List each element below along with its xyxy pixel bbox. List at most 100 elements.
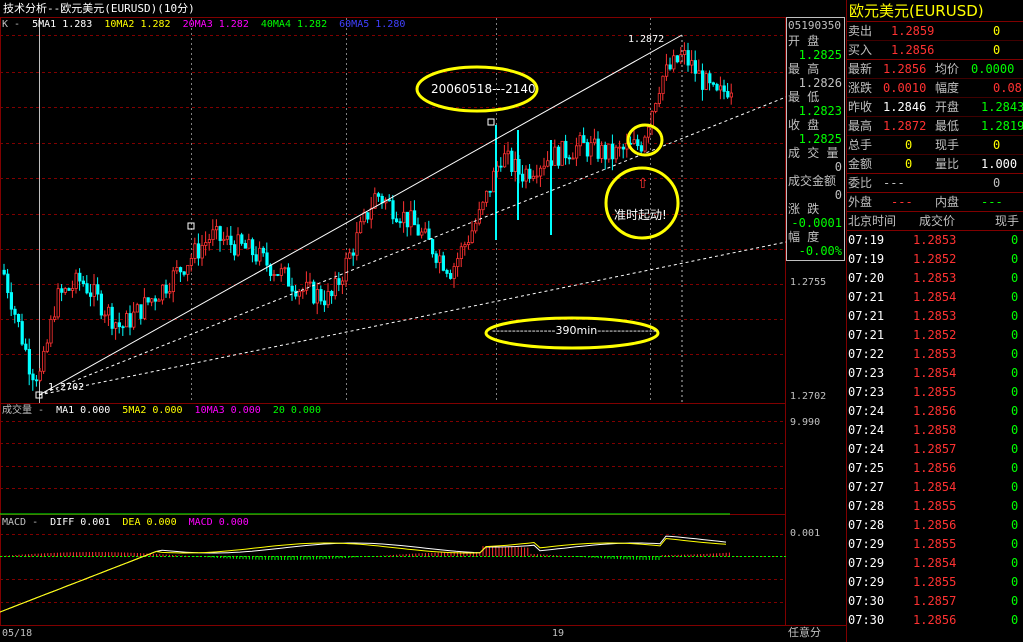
- candle-body: [337, 278, 341, 285]
- commission-ratio-label: 委比: [848, 176, 873, 190]
- candle-body: [582, 135, 586, 143]
- candle-body: [391, 200, 395, 220]
- high-label: 最高: [848, 119, 873, 133]
- candle-body: [243, 242, 247, 249]
- candle-body: [222, 238, 226, 241]
- tick-time: 07:28: [848, 518, 885, 532]
- candle-body: [9, 292, 13, 310]
- candle-body: [351, 252, 356, 256]
- trendlines: [0, 34, 787, 515]
- candle-body: [528, 168, 532, 179]
- candle-body: [229, 235, 233, 246]
- candle-body: [398, 221, 402, 224]
- tick-row: 07:29 1.2855 0: [847, 535, 1023, 554]
- volume-indicator-prefix: 成交量 -: [2, 405, 45, 416]
- candle-body: [81, 280, 85, 285]
- candle-body: [683, 50, 687, 55]
- candle-body: [553, 146, 557, 166]
- tick-row: 07:23 1.2855 0: [847, 383, 1023, 402]
- inner-value: ---: [981, 195, 1003, 209]
- tick-time: 07:30: [848, 594, 885, 608]
- tick-row: 07:27 1.2854 0: [847, 478, 1023, 497]
- candle-body: [290, 285, 294, 292]
- candle-body: [308, 281, 312, 284]
- commission-ratio-value: ---: [883, 176, 905, 190]
- tick-row: 07:28 1.2856 0: [847, 516, 1023, 535]
- candle-body: [240, 234, 244, 244]
- tick-price: 1.2855: [913, 499, 957, 513]
- candle-body: [729, 92, 734, 98]
- candle-body: [481, 201, 485, 211]
- change-label: 涨跌: [848, 81, 873, 95]
- candle-body: [35, 379, 39, 382]
- candle-body: [114, 322, 118, 329]
- ma1-legend: 5MA1 1.283: [32, 19, 93, 30]
- outer-label: 外盘: [848, 195, 873, 209]
- candle-body: [452, 266, 456, 279]
- tick-volume: 0: [1011, 461, 1019, 475]
- candle-body: [45, 342, 50, 352]
- candle-body: [531, 175, 536, 179]
- candle-body: [539, 167, 543, 177]
- open-label: 开盘: [935, 100, 960, 114]
- crosshair-close-value: 1.2825: [798, 132, 842, 146]
- tick-time: 07:28: [848, 499, 885, 513]
- tick-volume: 0: [1011, 290, 1019, 304]
- candle-body: [247, 239, 251, 249]
- crosshair-low-label: 最 低: [788, 90, 820, 104]
- candle-body: [412, 210, 417, 226]
- candle-body: [557, 146, 561, 166]
- trendline: [38, 34, 683, 396]
- candle-body: [546, 160, 550, 167]
- candle-body: [722, 85, 726, 92]
- crosshair-change-value: -0.0001: [791, 216, 842, 230]
- chart-canvas[interactable]: [0, 0, 846, 642]
- candle-body: [92, 284, 96, 297]
- avg-label: 均价: [935, 62, 960, 76]
- tick-row: 07:21 1.2854 0: [847, 288, 1023, 307]
- crosshair-change-label: 涨 跌: [788, 202, 820, 216]
- tick-price: 1.2853: [913, 233, 957, 247]
- tick-row: 07:19 1.2853 0: [847, 231, 1023, 250]
- candle-body: [13, 308, 17, 315]
- candle-body: [153, 298, 157, 302]
- candle-body: [279, 268, 284, 276]
- tick-price: 1.2854: [913, 480, 957, 494]
- candle-body: [24, 343, 28, 350]
- time-axis-mid: 19: [552, 628, 565, 639]
- ticks-list[interactable]: 07:19 1.2853 0 07:19 1.2852 0 07:20 1.2853 0 07:2…: [847, 231, 1023, 630]
- candle-body: [524, 168, 528, 182]
- candle-body: [20, 321, 24, 345]
- candle-body: [322, 300, 327, 306]
- candle-body: [254, 254, 258, 262]
- candle-body: [268, 264, 273, 276]
- candle-body: [456, 258, 460, 267]
- tick-price: 1.2855: [913, 385, 957, 399]
- ma5-legend: 60MA5 1.280: [339, 19, 406, 30]
- period-selector[interactable]: 任意分: [788, 627, 821, 639]
- candle-body: [593, 138, 597, 144]
- candle-body: [189, 257, 193, 266]
- latest-value: 1.2856: [883, 62, 927, 76]
- tick-row: 07:25 1.2856 0: [847, 459, 1023, 478]
- candle-body: [265, 252, 269, 266]
- candle-body: [603, 144, 608, 160]
- tick-price: 1.2858: [913, 423, 957, 437]
- macd-diff-legend: DIFF 0.001: [50, 517, 111, 528]
- candle-body: [427, 228, 431, 240]
- candle-body: [448, 273, 453, 279]
- macd-axis-label: 0.001: [790, 528, 821, 539]
- candle-body: [708, 73, 712, 84]
- trendline-handle: [487, 118, 495, 126]
- buy-price: 1.2856: [891, 43, 935, 57]
- candle-body: [423, 228, 428, 233]
- candle-body: [319, 289, 323, 302]
- candle-body: [182, 271, 186, 275]
- candle-body: [665, 64, 669, 77]
- current-value: 0: [993, 138, 1001, 152]
- candle-body: [207, 239, 211, 243]
- tick-price: 1.2853: [913, 271, 957, 285]
- tick-volume: 0: [1011, 309, 1019, 323]
- macd-indicator-legend: MACD - DIFF 0.001 DEA 0.000 MACD 0.000: [2, 516, 255, 529]
- price-axis-label: 1.2702: [790, 391, 827, 402]
